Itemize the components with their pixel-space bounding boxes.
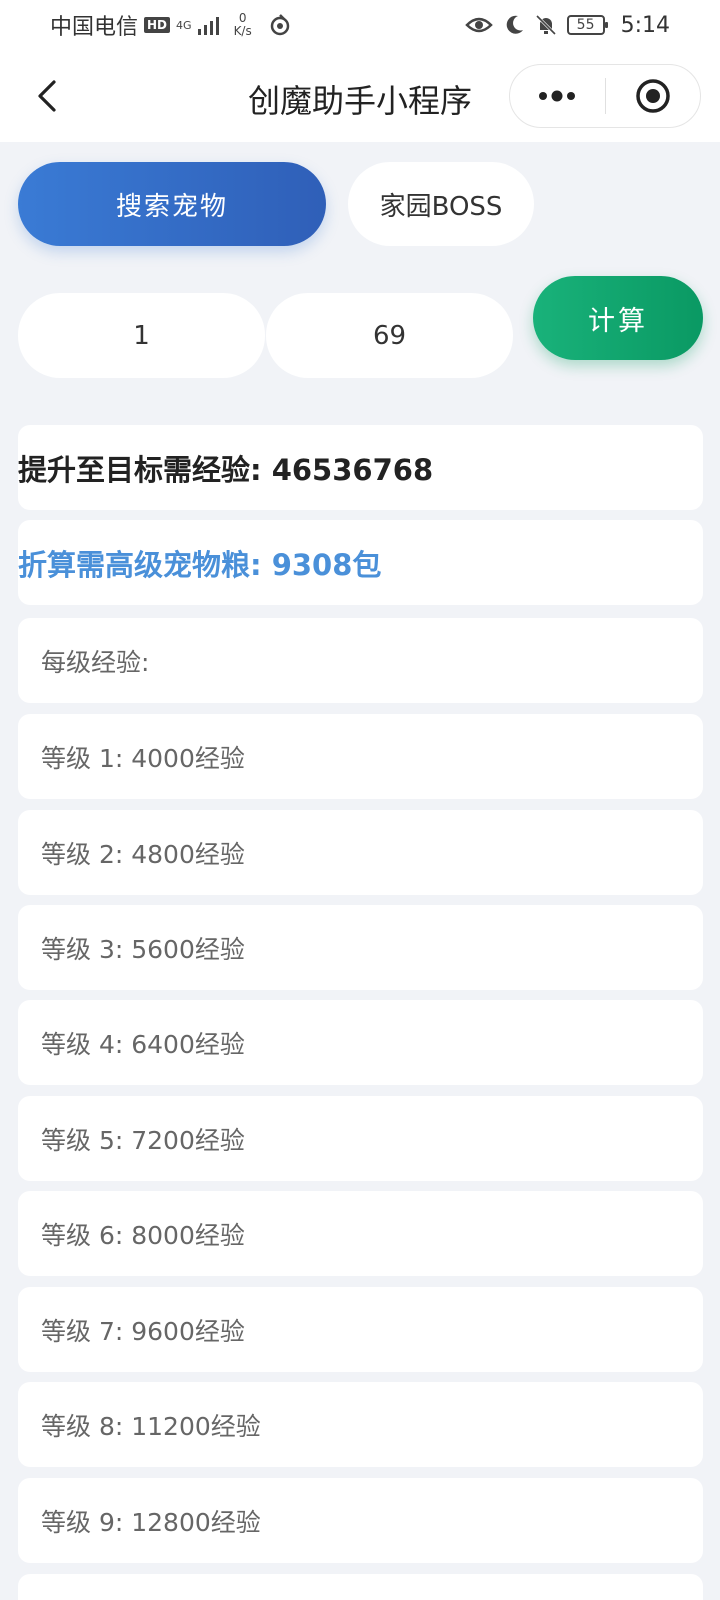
level-row: 等级 6: 8000经验: [18, 1191, 703, 1276]
eye-icon: [464, 17, 493, 33]
level-row: 等级 1: 4000经验: [18, 714, 703, 799]
total-exp-result: 提升至目标需经验: 46536768: [18, 425, 703, 510]
pet-food-result: 折算需高级宠物粮: 9308包: [18, 520, 703, 605]
more-dots-icon: [539, 90, 576, 102]
level-row: 等级 3: 5600经验: [18, 905, 703, 990]
hotspot-icon: [270, 14, 289, 36]
back-arrow-icon[interactable]: [30, 78, 66, 114]
clock: 5:14: [620, 12, 670, 38]
more-button[interactable]: [510, 65, 605, 127]
level-row: 等级 2: 4800经验: [18, 810, 703, 895]
tab-search-pet[interactable]: 搜索宠物: [18, 162, 326, 246]
level-row: 等级 4: 6400经验: [18, 1000, 703, 1085]
calculate-button[interactable]: 计算: [533, 276, 703, 360]
start-level-input[interactable]: [18, 293, 265, 378]
per-level-header: 每级经验:: [18, 618, 703, 703]
level-row-partial: [18, 1574, 703, 1600]
target-level-input[interactable]: [266, 293, 513, 378]
mute-bell-icon: [535, 14, 556, 36]
signal-icon: [197, 17, 219, 35]
hd-icon: HD: [144, 17, 171, 33]
speed-unit: K/s: [233, 24, 252, 38]
battery-icon: 55: [566, 15, 608, 35]
navigation-bar: 创魔助手小程序: [0, 50, 720, 142]
close-mini-program-button[interactable]: [606, 65, 701, 127]
level-row: 等级 7: 9600经验: [18, 1287, 703, 1372]
tab-home-boss[interactable]: 家园BOSS: [348, 162, 534, 246]
level-row: 等级 5: 7200经验: [18, 1096, 703, 1181]
level-row: 等级 9: 12800经验: [18, 1478, 703, 1563]
network-label: 4G: [176, 18, 192, 32]
network-speed: 0 K/s: [234, 12, 252, 38]
level-row: 等级 8: 11200经验: [18, 1382, 703, 1467]
status-bar: 中国电信 HD 4G 0 K/s 55 5:14: [0, 0, 720, 50]
moon-icon: [506, 15, 523, 34]
carrier-label: 中国电信: [50, 15, 139, 40]
mini-program-capsule: [509, 64, 701, 128]
target-close-icon: [636, 79, 670, 113]
